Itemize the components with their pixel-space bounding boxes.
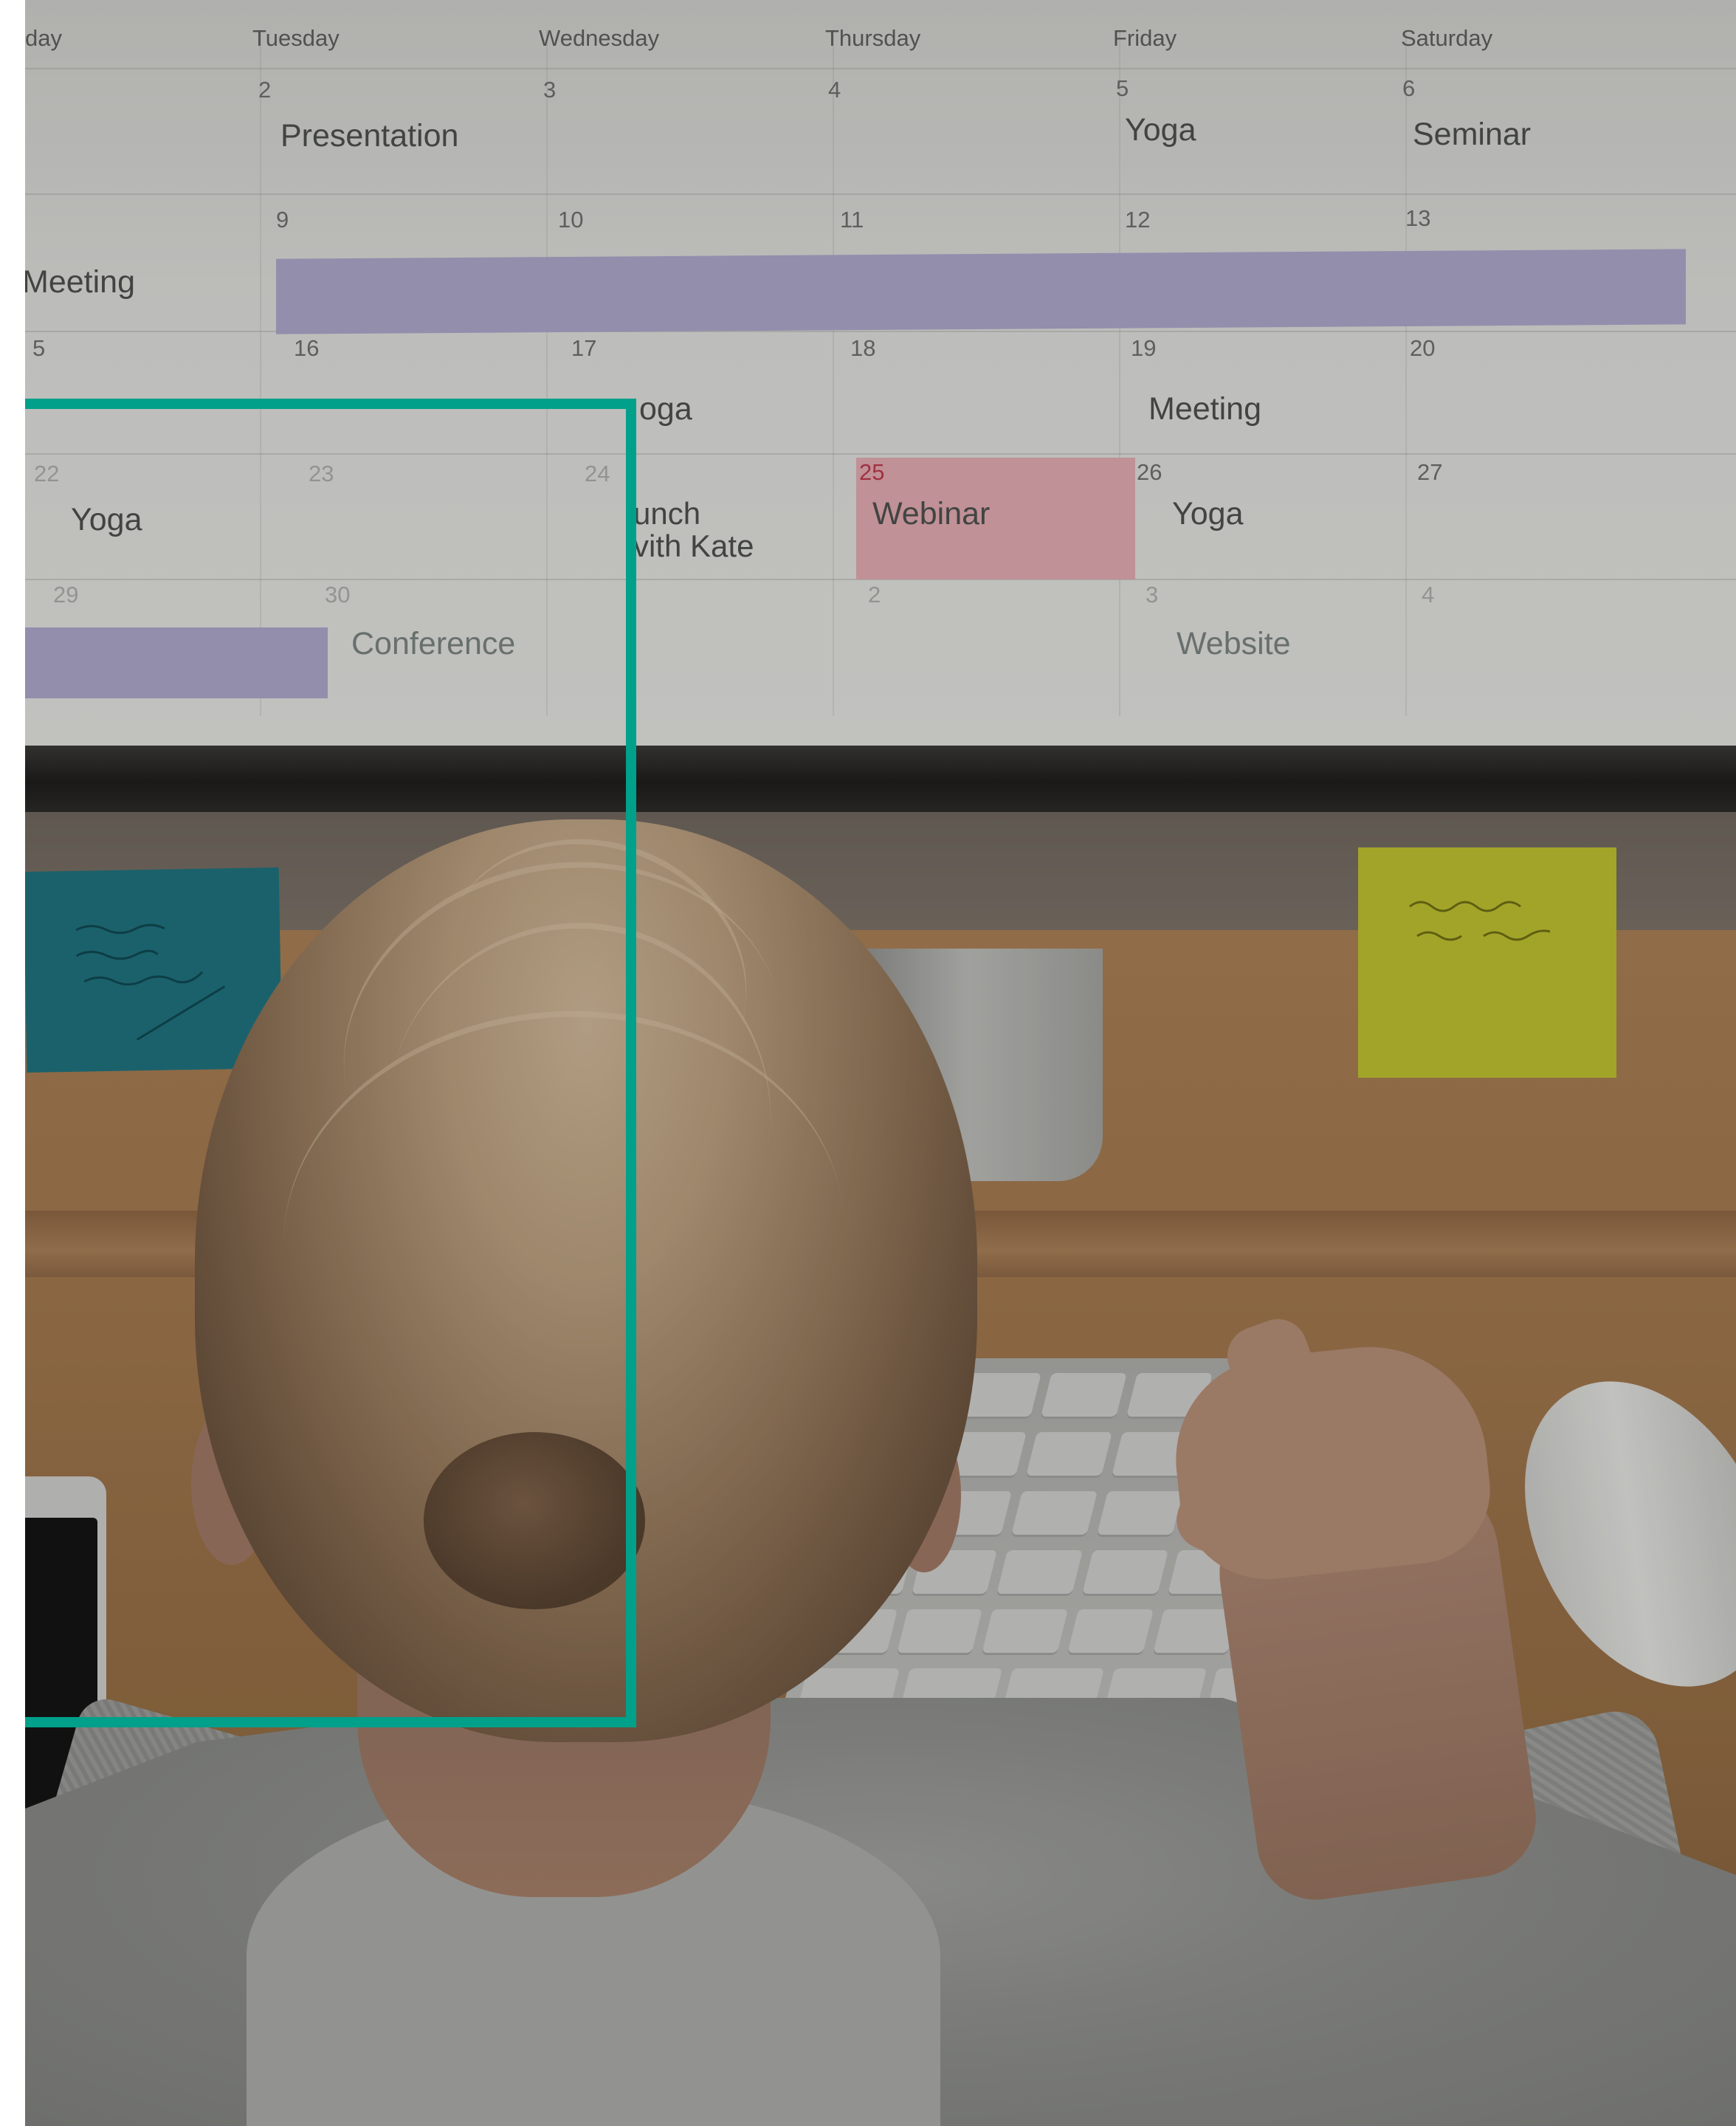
person-finger bbox=[1346, 1351, 1413, 1454]
grid-line bbox=[25, 193, 1736, 195]
date-number: 18 bbox=[850, 335, 876, 361]
date-number: 12 bbox=[1125, 207, 1151, 233]
event-label: Yoga bbox=[1172, 496, 1244, 532]
grid-line bbox=[833, 30, 834, 716]
date-number: 9 bbox=[276, 207, 289, 233]
day-header: Friday bbox=[1113, 25, 1177, 51]
date-number: 2 bbox=[868, 582, 881, 608]
grid-line bbox=[1405, 30, 1407, 716]
sticky-note-yellow bbox=[1358, 847, 1616, 1078]
date-number: 20 bbox=[1410, 335, 1436, 361]
event-label: Webinar bbox=[872, 496, 991, 532]
event-label: Website bbox=[1177, 626, 1291, 661]
event-label: Presentation bbox=[280, 118, 459, 154]
date-number: 5 bbox=[1116, 75, 1129, 101]
date-number: 5 bbox=[32, 335, 46, 361]
date-number: 4 bbox=[828, 77, 841, 103]
date-number: 2 bbox=[258, 77, 272, 103]
date-number: 16 bbox=[294, 335, 320, 361]
date-number: 6 bbox=[1402, 75, 1416, 101]
multi-day-event-bar bbox=[276, 249, 1686, 334]
event-label: unch vith Kate bbox=[633, 496, 754, 563]
date-number: 11 bbox=[840, 207, 864, 233]
day-header: Saturday bbox=[1401, 25, 1493, 51]
date-number: 10 bbox=[558, 207, 584, 233]
day-header: Wednesday bbox=[539, 25, 660, 51]
event-label: Yoga bbox=[1125, 112, 1196, 148]
day-header: Thursday bbox=[825, 25, 921, 51]
day-header: day bbox=[25, 25, 62, 51]
event-label: Seminar bbox=[1413, 117, 1532, 152]
date-number: 4 bbox=[1422, 582, 1435, 608]
grid-line bbox=[1119, 30, 1120, 716]
date-number: 25 bbox=[859, 459, 885, 485]
date-number: 17 bbox=[571, 335, 597, 361]
event-label: oga bbox=[639, 391, 692, 427]
event-label: Meeting bbox=[25, 264, 135, 300]
date-number: 27 bbox=[1417, 459, 1443, 485]
accent-frame bbox=[25, 399, 636, 1727]
date-number: 26 bbox=[1137, 459, 1162, 485]
date-number: 19 bbox=[1131, 335, 1157, 361]
event-label: Meeting bbox=[1148, 391, 1261, 427]
date-number: 3 bbox=[543, 77, 557, 103]
grid-line bbox=[25, 68, 1736, 69]
handwriting-scribble bbox=[1409, 901, 1551, 941]
date-number: 3 bbox=[1146, 582, 1159, 608]
photo-scene: day Tuesday Wednesday Thursday Friday Sa… bbox=[25, 0, 1736, 2126]
day-header: Tuesday bbox=[252, 25, 340, 51]
date-number: 13 bbox=[1405, 205, 1431, 231]
